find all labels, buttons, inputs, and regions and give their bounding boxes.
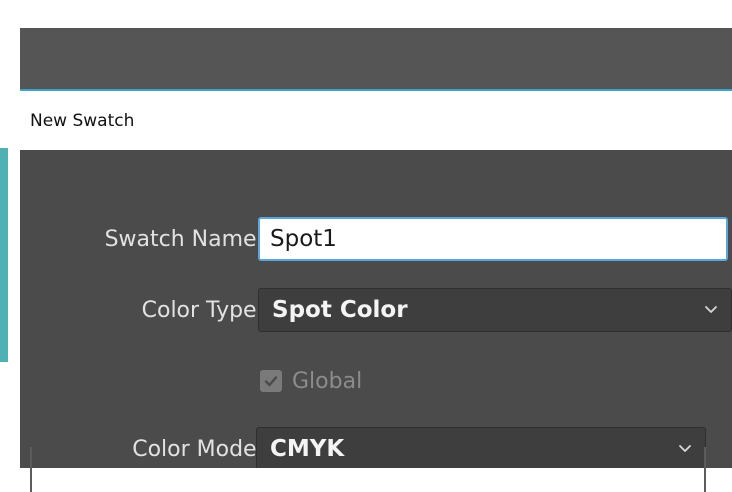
global-label: Global	[292, 368, 363, 394]
swatch-name-row: Swatch Name: Spot1	[20, 217, 732, 263]
color-mode-label: Color Mode:	[132, 437, 264, 462]
color-mode-value: CMYK	[270, 436, 345, 462]
dialog-content: Swatch Name: Spot1 Color Type: Spot Colo…	[20, 150, 732, 468]
color-type-label: Color Type:	[141, 298, 264, 323]
swatch-name-input[interactable]: Spot1	[258, 217, 728, 261]
color-type-value: Spot Color	[272, 297, 408, 323]
global-checkbox[interactable]	[260, 370, 282, 392]
color-mode-row: Color Mode: CMYK	[20, 427, 732, 468]
screenshot-page: New Swatch Swatch Name: Spot1 Color Type…	[0, 0, 732, 492]
dialog-title: New Swatch	[30, 110, 135, 131]
dialog-title-bar[interactable]: New Swatch	[20, 91, 732, 150]
swatch-name-value: Spot1	[270, 226, 337, 252]
groupbox-border-right	[704, 447, 706, 492]
dialog-top-bar	[20, 28, 732, 91]
global-checkbox-row[interactable]: Global	[258, 361, 558, 401]
checkmark-icon	[264, 376, 278, 387]
new-swatch-dialog: New Swatch Swatch Name: Spot1 Color Type…	[20, 28, 732, 468]
chevron-down-icon	[705, 306, 717, 313]
color-mode-select[interactable]: CMYK	[256, 427, 706, 468]
groupbox-border-left	[30, 447, 32, 492]
swatch-name-label: Swatch Name:	[104, 227, 264, 252]
color-type-row: Color Type: Spot Color	[20, 288, 732, 334]
chevron-down-icon	[679, 445, 691, 452]
background-accent-strip	[0, 148, 8, 362]
color-type-select[interactable]: Spot Color	[258, 288, 732, 332]
